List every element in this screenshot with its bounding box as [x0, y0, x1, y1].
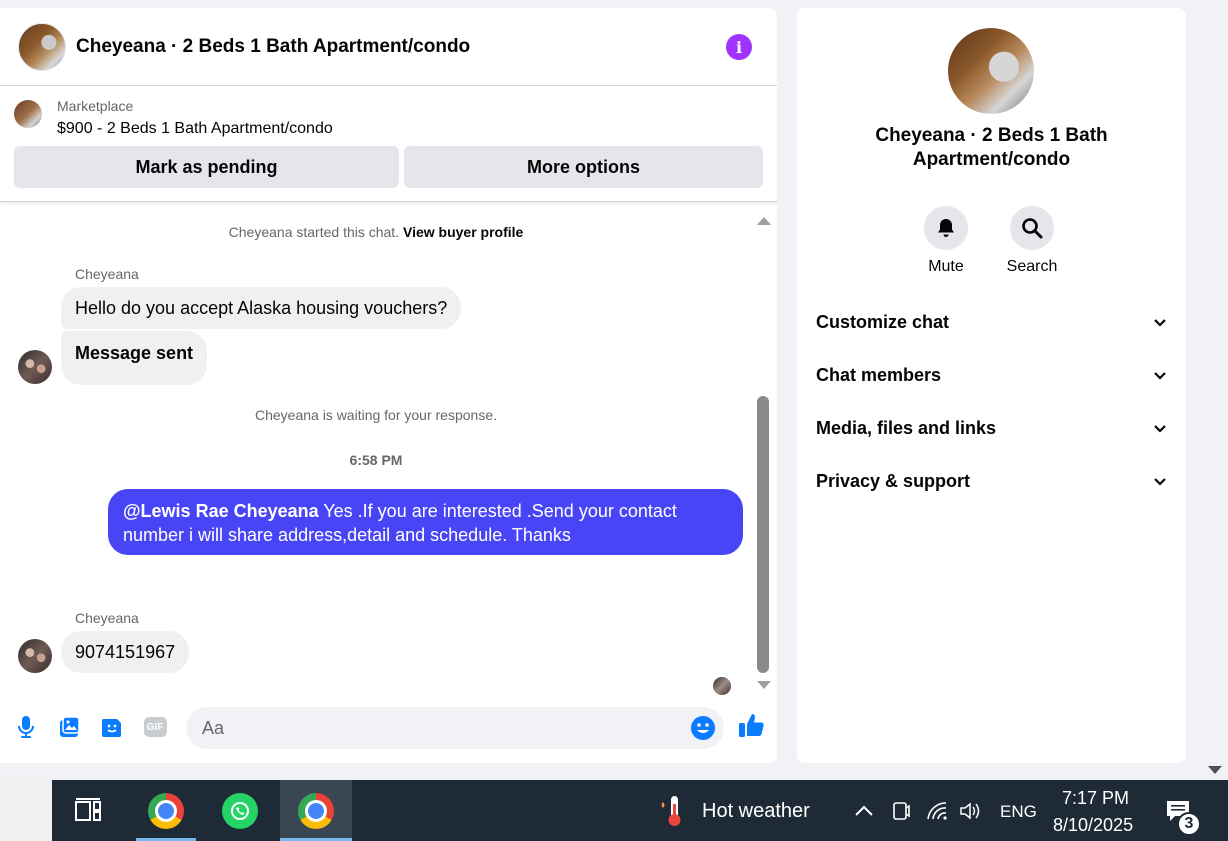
- thermometer-icon[interactable]: [652, 780, 692, 841]
- message-composer: GIF: [0, 705, 777, 751]
- photo-icon[interactable]: [55, 713, 83, 741]
- chat-title[interactable]: Cheyeana · 2 Beds 1 Bath Apartment/condo: [76, 36, 470, 58]
- search-icon: [1010, 206, 1054, 250]
- chat-started-text: Cheyeana started this chat.: [228, 224, 400, 240]
- whatsapp-taskbar-button[interactable]: [210, 780, 270, 841]
- search-button[interactable]: Search: [996, 206, 1068, 276]
- section-label: Customize chat: [816, 311, 950, 332]
- sender-name: Cheyeana: [75, 610, 139, 626]
- info-icon[interactable]: i: [726, 34, 752, 60]
- clock-date[interactable]: 8/10/2025: [1053, 815, 1133, 836]
- view-buyer-profile-link[interactable]: View buyer profile: [403, 224, 523, 240]
- gif-icon[interactable]: GIF: [141, 713, 169, 741]
- section-label: Privacy & support: [816, 470, 971, 491]
- message-input[interactable]: [186, 707, 724, 749]
- section-label: Chat members: [816, 364, 942, 385]
- sender-avatar[interactable]: [18, 639, 52, 673]
- volume-icon[interactable]: [956, 780, 986, 841]
- device-icon[interactable]: [887, 780, 915, 841]
- listing-thumbnail[interactable]: [14, 100, 42, 128]
- conversation-info-panel: Cheyeana · 2 Beds 1 Bath Apartment/condo…: [797, 8, 1186, 763]
- microphone-icon[interactable]: [12, 713, 40, 741]
- sender-avatar[interactable]: [18, 350, 52, 384]
- bell-icon: [924, 206, 968, 250]
- task-view-icon[interactable]: [62, 780, 114, 841]
- chevron-down-icon: [1154, 319, 1166, 327]
- more-options-button[interactable]: More options: [404, 146, 763, 188]
- language-indicator[interactable]: ENG: [1000, 802, 1037, 822]
- search-label: Search: [1006, 258, 1058, 275]
- chrome-profile-taskbar-button[interactable]: [280, 780, 352, 841]
- chat-members-section[interactable]: Chat members: [816, 355, 1168, 395]
- media-files-links-section[interactable]: Media, files and links: [816, 408, 1168, 448]
- privacy-support-section[interactable]: Privacy & support: [816, 461, 1168, 501]
- section-label: Media, files and links: [816, 417, 997, 438]
- message-scrollbar[interactable]: [754, 213, 772, 693]
- wifi-icon[interactable]: [922, 780, 952, 841]
- weather-text[interactable]: Hot weather: [702, 800, 810, 823]
- chevron-down-icon: [1154, 425, 1166, 433]
- notification-count-badge: 3: [1177, 812, 1201, 836]
- chat-header: Cheyeana · 2 Beds 1 Bath Apartment/condo…: [0, 8, 777, 86]
- outgoing-message[interactable]: @Lewis Rae Cheyeana Yes .If you are inte…: [108, 489, 743, 555]
- sticker-icon[interactable]: [98, 713, 126, 741]
- mention-tag[interactable]: @Lewis Rae Cheyeana: [123, 501, 319, 521]
- chat-started-notice: Cheyeana started this chat. View buyer p…: [0, 224, 752, 240]
- incoming-message-status[interactable]: Message sent: [61, 331, 208, 385]
- incoming-message[interactable]: 9074151967: [61, 631, 190, 673]
- marketplace-listing: Marketplace $900 - 2 Beds 1 Bath Apartme…: [0, 86, 777, 202]
- customize-chat-section[interactable]: Customize chat: [816, 302, 1168, 342]
- scroll-down-arrow[interactable]: [757, 681, 771, 689]
- mark-as-pending-button[interactable]: Mark as pending: [14, 146, 399, 188]
- conversation-avatar[interactable]: [18, 22, 66, 71]
- chrome-taskbar-button[interactable]: [136, 780, 196, 841]
- chrome-icon: [298, 792, 334, 829]
- taskbar-start-area[interactable]: [0, 780, 52, 841]
- page-scrollbar[interactable]: [1200, 0, 1228, 780]
- clock-time[interactable]: 7:17 PM: [1062, 788, 1129, 809]
- chevron-up-icon[interactable]: [850, 780, 878, 841]
- message-timestamp: 6:58 PM: [349, 452, 403, 468]
- mute-button[interactable]: Mute: [910, 206, 982, 276]
- listing-title[interactable]: $900 - 2 Beds 1 Bath Apartment/condo: [57, 120, 333, 138]
- scroll-thumb[interactable]: [757, 396, 769, 673]
- seen-indicator-avatar: [713, 677, 731, 695]
- chevron-down-icon: [1154, 372, 1166, 380]
- sender-name: Cheyeana: [75, 266, 139, 282]
- incoming-message[interactable]: Hello do you accept Alaska housing vouch…: [61, 287, 462, 329]
- message-list: Cheyeana started this chat. View buyer p…: [0, 210, 760, 700]
- chat-panel: Cheyeana · 2 Beds 1 Bath Apartment/condo…: [0, 8, 777, 763]
- whatsapp-icon: [222, 792, 258, 829]
- gif-icon-label: GIF: [143, 717, 167, 737]
- info-title: Cheyeana · 2 Beds 1 Bath Apartment/condo: [875, 125, 1108, 170]
- thumbs-up-icon[interactable]: [737, 711, 765, 739]
- listing-source: Marketplace: [57, 98, 134, 114]
- info-avatar[interactable]: [948, 28, 1034, 114]
- scroll-up-arrow[interactable]: [757, 217, 771, 225]
- taskbar: Hot weather ENG 7:17 PM 8/10/2025 3: [0, 780, 1228, 841]
- emoji-icon[interactable]: [690, 715, 716, 741]
- chevron-down-icon: [1154, 478, 1166, 486]
- chrome-icon: [148, 792, 184, 829]
- scroll-down-arrow[interactable]: [1208, 766, 1222, 774]
- waiting-notice: Cheyeana is waiting for your response.: [254, 407, 498, 423]
- mute-label: Mute: [928, 258, 964, 275]
